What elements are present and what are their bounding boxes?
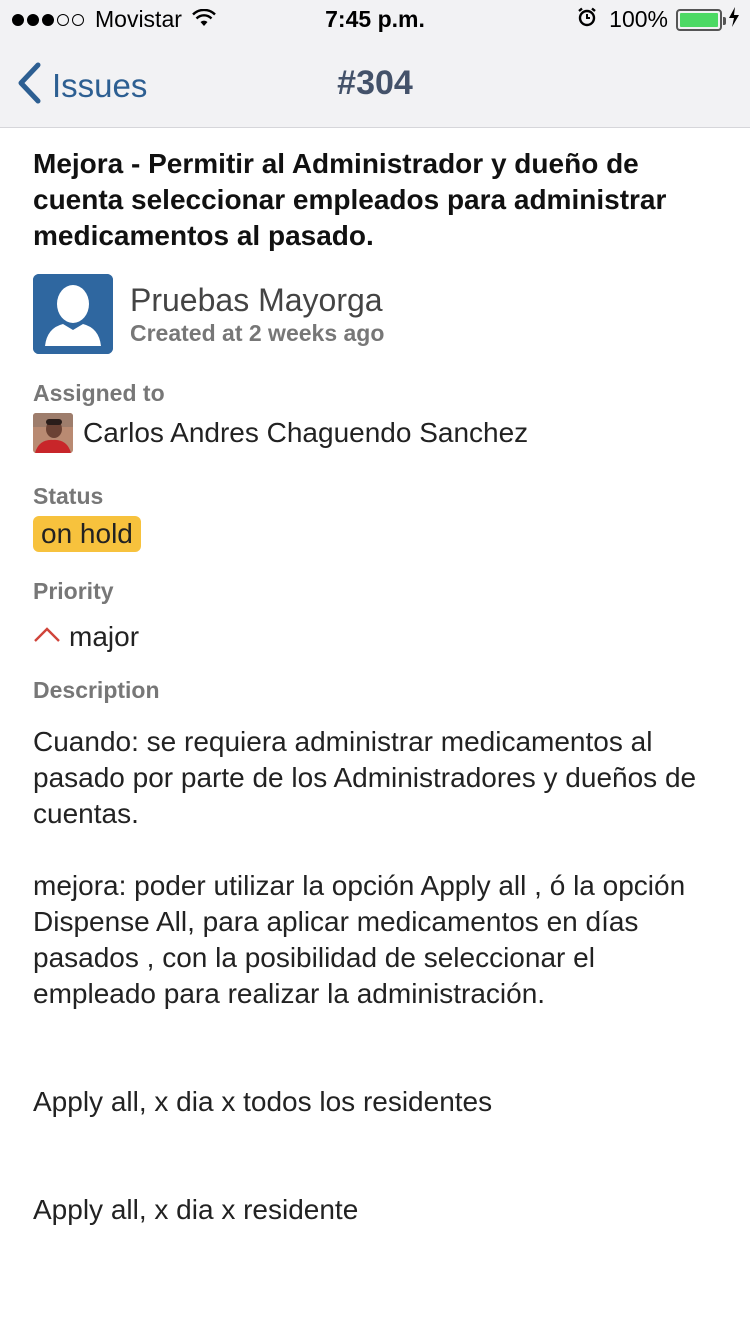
status-bar: Movistar 7:45 p.m. 100% — [0, 0, 750, 40]
assignee-avatar — [33, 413, 73, 453]
navigation-bar: Issues #304 — [0, 40, 750, 128]
author-name: Pruebas Mayorga — [130, 282, 383, 318]
status-label: Status — [33, 483, 104, 509]
page-title: #304 — [337, 64, 413, 102]
assigned-label: Assigned to — [33, 380, 165, 406]
priority-row: major — [33, 621, 717, 653]
chevron-up-icon — [33, 626, 61, 649]
description-body: Cuando: se requiera administrar medicame… — [33, 724, 717, 1228]
status-badge: on hold — [33, 516, 141, 552]
charging-icon — [728, 6, 740, 33]
assignee-row: Carlos Andres Chaguendo Sanchez — [33, 413, 717, 453]
status-right: 100% — [577, 6, 740, 33]
author-info: Pruebas Mayorga Created at 2 weeks ago — [130, 281, 384, 347]
alarm-icon — [577, 6, 597, 33]
description-paragraph: Cuando: se requiera administrar medicame… — [33, 726, 697, 829]
description-paragraph: Apply all, x dia x residente — [33, 1194, 359, 1225]
battery-icon — [676, 8, 726, 31]
description-paragraph: Apply all, x dia x todos los residentes — [33, 1086, 493, 1117]
priority-label: Priority — [33, 578, 114, 604]
battery-percent: 100% — [609, 6, 668, 32]
description-label: Description — [33, 677, 160, 703]
issue-title: Mejora - Permitir al Administrador y due… — [33, 148, 667, 251]
author-row: Pruebas Mayorga Created at 2 weeks ago — [33, 274, 717, 354]
author-avatar[interactable] — [33, 274, 113, 354]
description-paragraph: mejora: poder utilizar la opción Apply a… — [33, 870, 686, 1009]
created-date: Created at 2 weeks ago — [130, 320, 385, 346]
priority-value: major — [69, 621, 140, 652]
assignee-name: Carlos Andres Chaguendo Sanchez — [83, 417, 529, 448]
issue-detail[interactable]: Mejora - Permitir al Administrador y due… — [0, 128, 750, 1334]
